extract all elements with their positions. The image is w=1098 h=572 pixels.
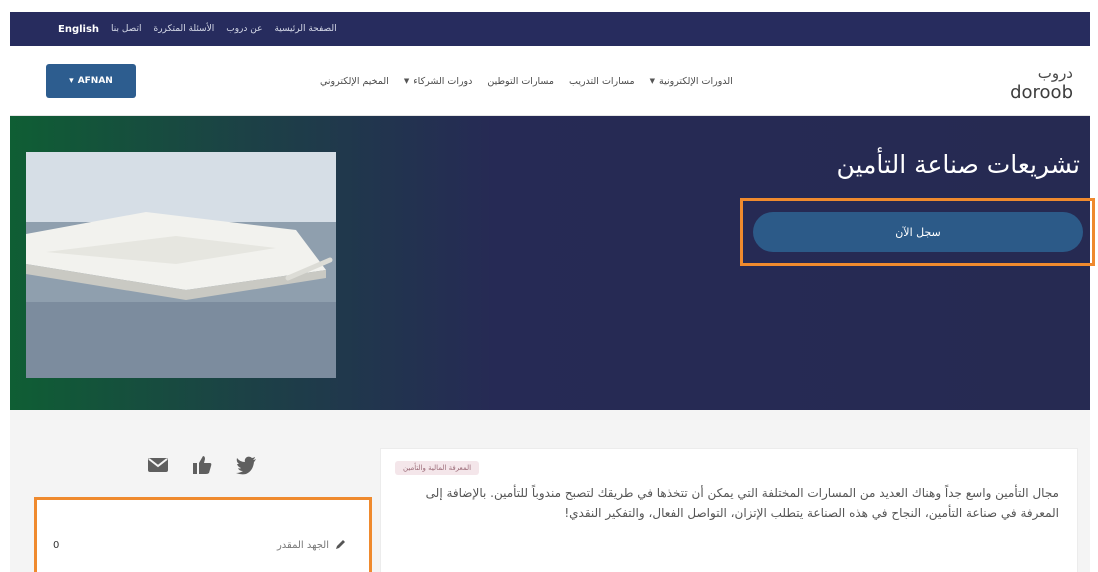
main-navbar: ▾ AFNAN الدورات الإلكترونية ▼ مسارات الت… bbox=[10, 46, 1090, 116]
share-icons bbox=[147, 454, 257, 476]
chevron-down-icon: ▾ bbox=[69, 76, 74, 86]
course-details: 0 الجهد المقدر المعرفة المالية والتأمين … bbox=[10, 410, 1090, 572]
logo-arabic: دروب bbox=[1038, 64, 1073, 82]
course-hero: تشريعات صناعة التأمين سجل الآن bbox=[10, 116, 1095, 410]
user-name: AFNAN bbox=[77, 76, 113, 86]
logo-text: doroob bbox=[1010, 82, 1073, 103]
top-links: English اتصل بنا الأسئلة المتكررة عن درو… bbox=[58, 12, 337, 46]
twitter-icon[interactable] bbox=[235, 454, 257, 476]
nav-item-training-paths[interactable]: مسارات التدريب bbox=[569, 76, 635, 87]
nav-label: دورات الشركاء bbox=[413, 75, 473, 87]
nav-label: مسارات التدريب bbox=[569, 75, 635, 87]
top-bar: English اتصل بنا الأسئلة المتكررة عن درو… bbox=[10, 12, 1090, 46]
course-description: مجال التأمين واسع جداً وهناك العديد من ا… bbox=[425, 486, 1059, 520]
pencil-icon bbox=[335, 538, 347, 553]
home-link[interactable]: الصفحة الرئيسية bbox=[274, 24, 336, 34]
chevron-down-icon: ▼ bbox=[403, 77, 410, 85]
contact-link[interactable]: اتصل بنا bbox=[111, 24, 141, 34]
course-description-card: المعرفة المالية والتأمين مجال التأمين وا… bbox=[380, 448, 1078, 572]
user-menu-button[interactable]: ▾ AFNAN bbox=[46, 64, 136, 98]
nav-label: المخيم الإلكتروني bbox=[320, 75, 389, 87]
effort-label-group: الجهد المقدر bbox=[277, 538, 347, 553]
doroob-logo[interactable]: دروب doroob bbox=[975, 60, 1075, 104]
nav-item-localization-paths[interactable]: مسارات التوطين bbox=[487, 76, 554, 87]
nav-label: مسارات التوطين bbox=[487, 75, 554, 87]
nav-label: الدورات الإلكترونية bbox=[659, 75, 733, 87]
estimated-effort-panel: 0 الجهد المقدر bbox=[34, 497, 372, 572]
nav-item-e-courses[interactable]: الدورات الإلكترونية ▼ bbox=[650, 76, 733, 87]
course-title: تشريعات صناعة التأمين bbox=[836, 150, 1080, 179]
course-image bbox=[26, 152, 336, 378]
category-tag[interactable]: المعرفة المالية والتأمين bbox=[395, 461, 480, 475]
register-highlight: سجل الآن bbox=[740, 198, 1095, 266]
effort-value: 0 bbox=[53, 540, 60, 551]
effort-label: الجهد المقدر bbox=[276, 540, 329, 551]
language-link[interactable]: English bbox=[58, 24, 99, 35]
thumbs-up-icon[interactable] bbox=[191, 454, 213, 476]
nav-item-partner-courses[interactable]: دورات الشركاء ▼ bbox=[404, 76, 473, 87]
register-now-button[interactable]: سجل الآن bbox=[753, 212, 1083, 252]
email-icon[interactable] bbox=[147, 454, 169, 476]
nav-item-e-camp[interactable]: المخيم الإلكتروني bbox=[320, 76, 389, 87]
nav-menu: الدورات الإلكترونية ▼ مسارات التدريب مسا… bbox=[320, 46, 733, 116]
chevron-down-icon: ▼ bbox=[649, 77, 655, 85]
about-link[interactable]: عن دروب bbox=[226, 24, 262, 34]
faq-link[interactable]: الأسئلة المتكررة bbox=[154, 24, 215, 34]
